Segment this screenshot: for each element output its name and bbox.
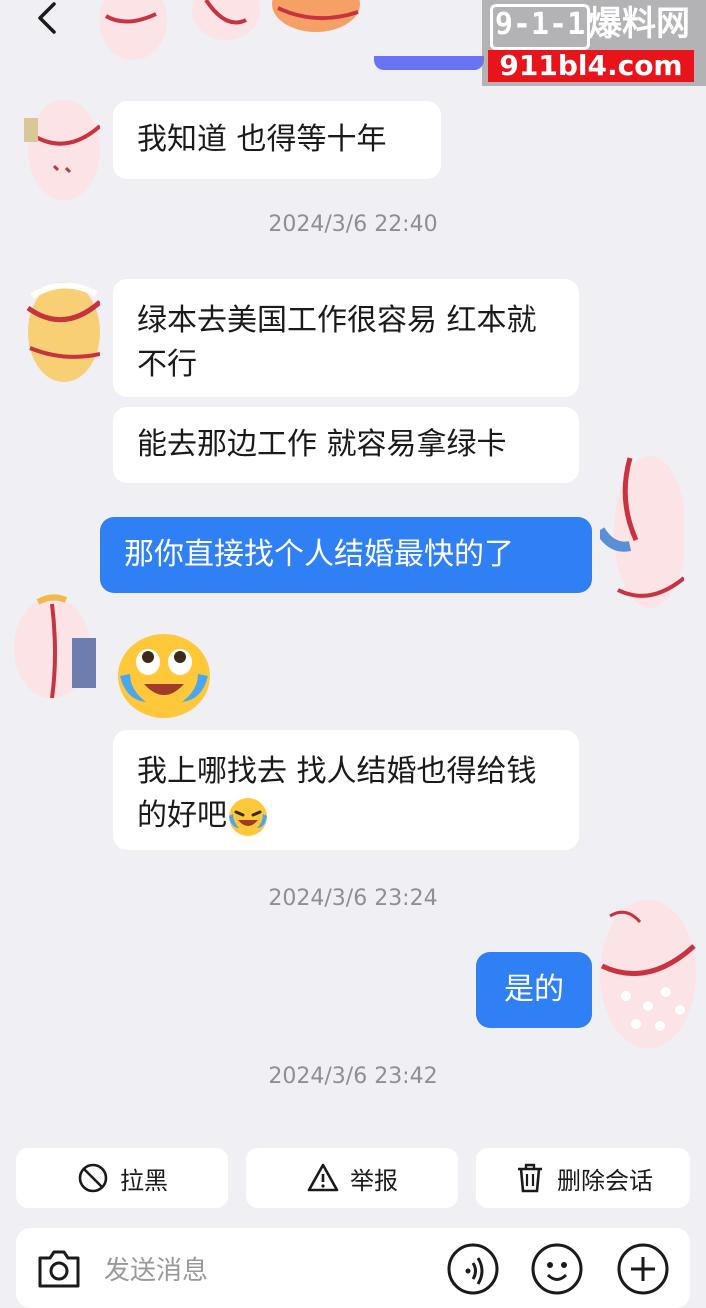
message-input[interactable]	[104, 1250, 404, 1290]
avatar[interactable]	[600, 450, 684, 612]
avatar[interactable]	[24, 278, 100, 382]
watermark-logo: 9-1-1	[490, 4, 590, 50]
watermark-domain: 911bl4.com	[488, 50, 694, 82]
block-button[interactable]: 拉黑	[16, 1148, 228, 1208]
message-bubble[interactable]: 能去那边工作 就容易拿绿卡	[113, 407, 579, 483]
crying-laugh-emoji	[229, 797, 267, 836]
delete-conversation-label: 删除会话	[557, 1166, 653, 1195]
avatar[interactable]	[596, 896, 700, 1050]
message-bubble[interactable]: 我上哪找去 找人结婚也得给钱的好吧	[113, 730, 579, 850]
delete-conversation-button[interactable]: 删除会话	[476, 1148, 690, 1208]
emoji-icon[interactable]	[530, 1242, 584, 1296]
block-label: 拉黑	[120, 1166, 168, 1195]
trash-icon	[518, 1163, 542, 1193]
warning-icon	[307, 1163, 339, 1192]
crying-laugh-emoji[interactable]	[116, 630, 212, 720]
message-composer	[16, 1228, 690, 1308]
avatar[interactable]	[12, 594, 98, 698]
message-bubble-mine[interactable]: 是的	[476, 952, 592, 1028]
message-text: 我上哪找去 找人结婚也得给钱的好吧	[137, 754, 537, 833]
plus-icon[interactable]	[616, 1242, 670, 1296]
avatar[interactable]	[96, 0, 170, 70]
report-label: 举报	[350, 1166, 398, 1195]
watermark: 9-1-1 爆料网 911bl4.com	[482, 0, 706, 86]
timestamp: 2024/3/6 23:42	[268, 1064, 438, 1089]
chevron-left-icon[interactable]	[28, 0, 68, 40]
header-accent-bar	[374, 56, 484, 70]
avatar[interactable]	[186, 0, 366, 42]
report-button[interactable]: 举报	[246, 1148, 458, 1208]
voice-icon[interactable]	[446, 1242, 500, 1296]
message-bubble-mine[interactable]: 那你直接找个人结婚最快的了	[100, 517, 592, 593]
avatar[interactable]	[24, 96, 100, 200]
ban-icon	[78, 1163, 108, 1193]
message-bubble[interactable]: 绿本去美国工作很容易 红本就不行	[113, 279, 579, 397]
message-bubble[interactable]: 我知道 也得等十年	[113, 101, 441, 179]
camera-icon[interactable]	[34, 1244, 84, 1294]
timestamp: 2024/3/6 22:40	[268, 212, 438, 237]
watermark-title: 爆料网	[588, 4, 690, 44]
